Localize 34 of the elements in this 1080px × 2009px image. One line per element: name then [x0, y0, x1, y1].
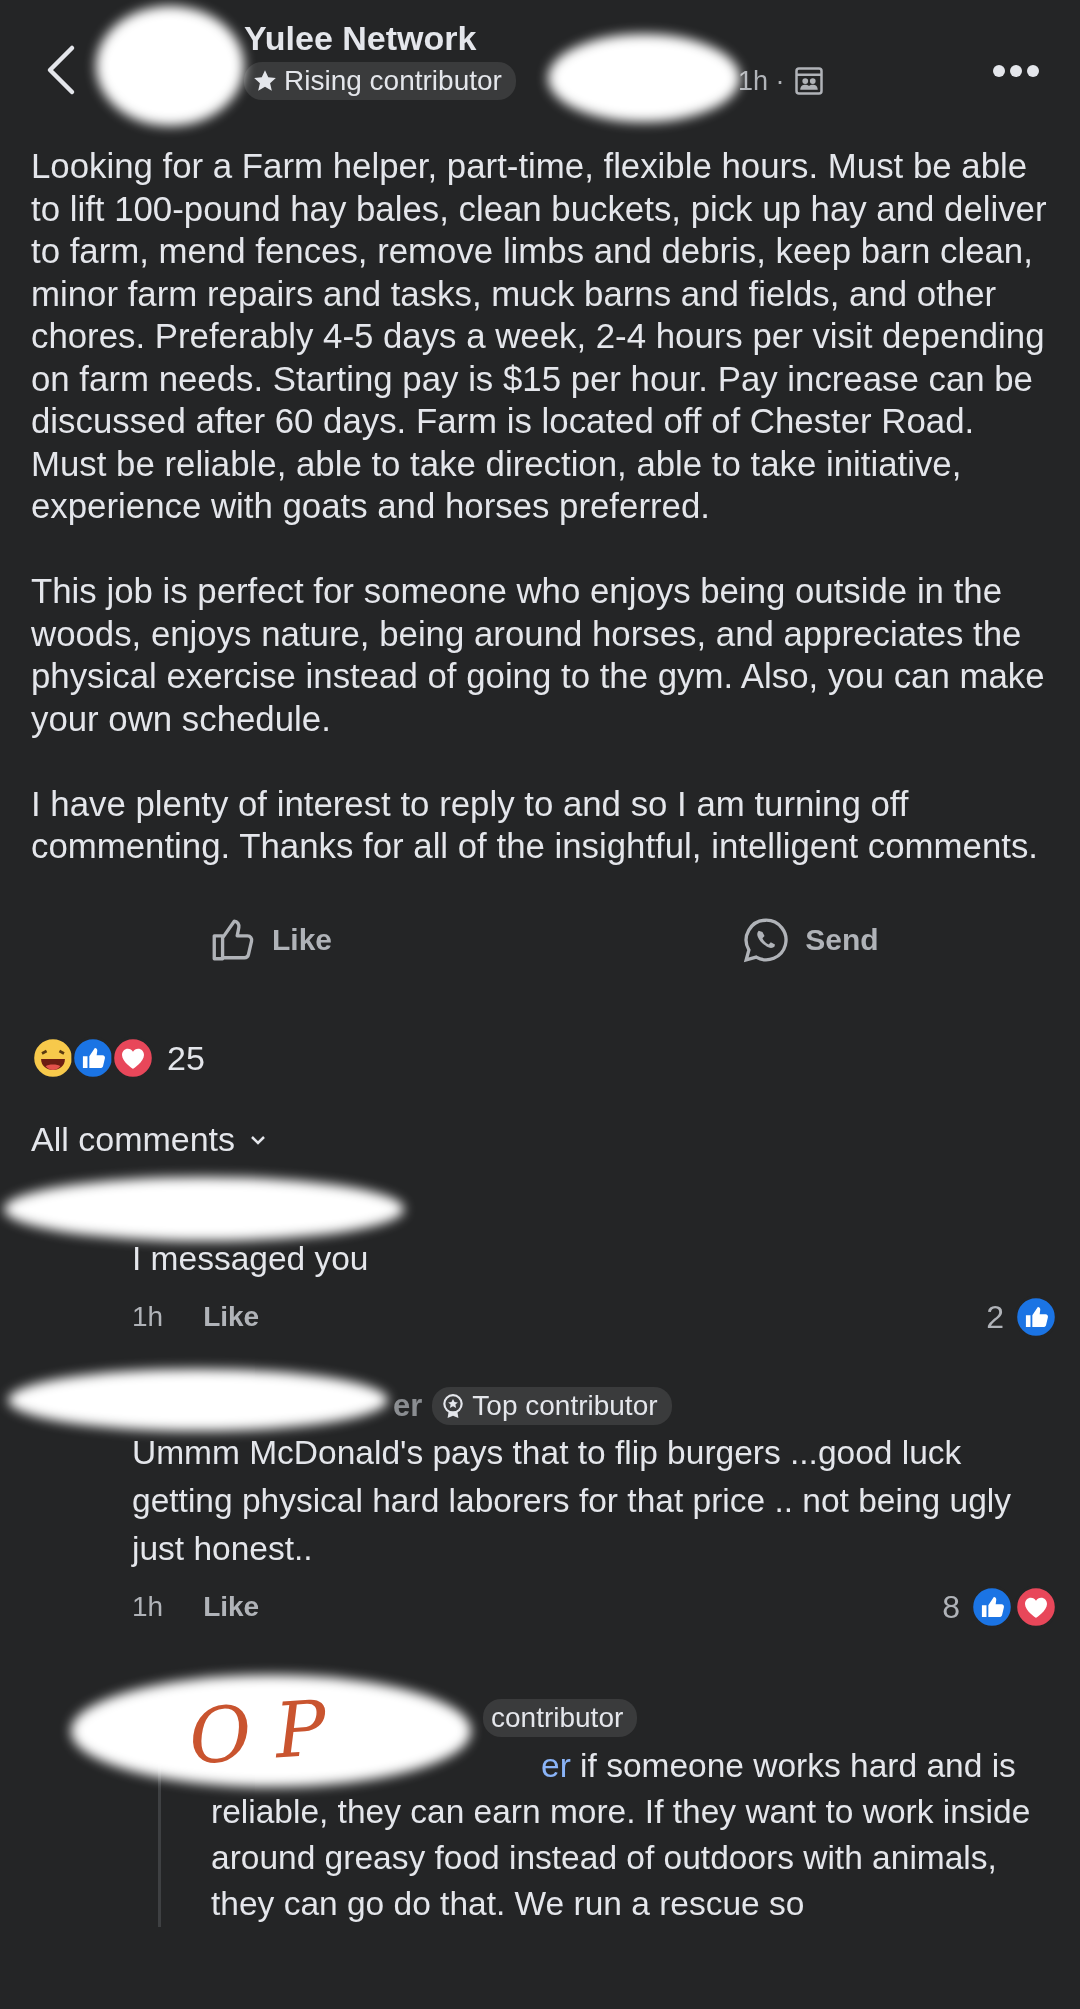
heart-reaction-icon [1014, 1585, 1058, 1629]
reaction-count[interactable]: 25 [167, 1038, 205, 1078]
chevron-down-icon [249, 1133, 268, 1146]
like-link[interactable]: Like [203, 1591, 260, 1623]
star-icon [252, 68, 278, 94]
post-time: 1h · [737, 65, 785, 97]
like-reaction-icon [71, 1036, 115, 1080]
comments-filter-dropdown[interactable]: All comments [31, 1120, 268, 1159]
reply-text: reliable, they can earn more. If they want to work inside around greasy food instead of outdoors with animals, they can go do that. We run a rescue so [211, 1792, 1032, 1924]
heart-reaction-icon [111, 1036, 155, 1080]
post-paragraph: This job is perfect for someone who enjoys being outside in the woods, enjoys nature, being around horses, and appreciates the physical exercise instead of going to the gym. Also, you can make your own schedule. [31, 570, 1046, 740]
contributor-badge: Rising contributor [244, 62, 516, 100]
contributor-badge: Top contributor [432, 1387, 672, 1425]
comment-text: I messaged you [132, 1239, 370, 1279]
like-button[interactable]: Like [0, 915, 540, 965]
reaction-count: 8 [942, 1588, 960, 1626]
reaction-count: 2 [986, 1298, 1004, 1336]
send-button[interactable]: Send [540, 915, 1080, 965]
comment-time: 1h [132, 1591, 164, 1623]
contributor-badge: contributor [483, 1699, 638, 1737]
comment-text: Ummm McDonald's pays that to flip burgers ...good luck getting physical hard laborers for that price .. not being ugly just honest.. [132, 1433, 1012, 1569]
like-reaction-icon [970, 1585, 1014, 1629]
commenter-name[interactable]: er [393, 1388, 423, 1424]
post-paragraph: Looking for a Farm helper, part-time, flexible hours. Must be able to lift 100-pound hay bales, clean buckets, pick up hay and deliver to farm, mend fences, remove limbs and debris, keep barn clean, minor farm repairs and tasks, muck barns and fields, and other chores. Preferably 4-5 days a week, 2-4 hours per visit depending on farm needs. Starting pay is $15 per hour. Pay increase can be discussed after 60 days. Farm is located off of Chester Road. Must be reliable, able to take direction, able to take initiative, experience with goats and horses preferred. [31, 145, 1048, 527]
group-audience-icon [794, 66, 825, 96]
like-reaction-icon [1014, 1295, 1058, 1339]
more-options-icon[interactable] [992, 64, 1040, 78]
laughing-reaction-icon [31, 1036, 75, 1080]
comment-time: 1h [132, 1301, 164, 1333]
like-link[interactable]: Like [203, 1301, 260, 1333]
post-paragraph: I have plenty of interest to reply to and so I am turning off commenting. Thanks for all of the insightful, intelligent comments. [31, 782, 1040, 867]
reply-text: er if someone works hard and is [541, 1746, 1017, 1786]
group-name[interactable]: Yulee Network [244, 18, 825, 58]
handwritten-note: OP [186, 1681, 354, 1783]
